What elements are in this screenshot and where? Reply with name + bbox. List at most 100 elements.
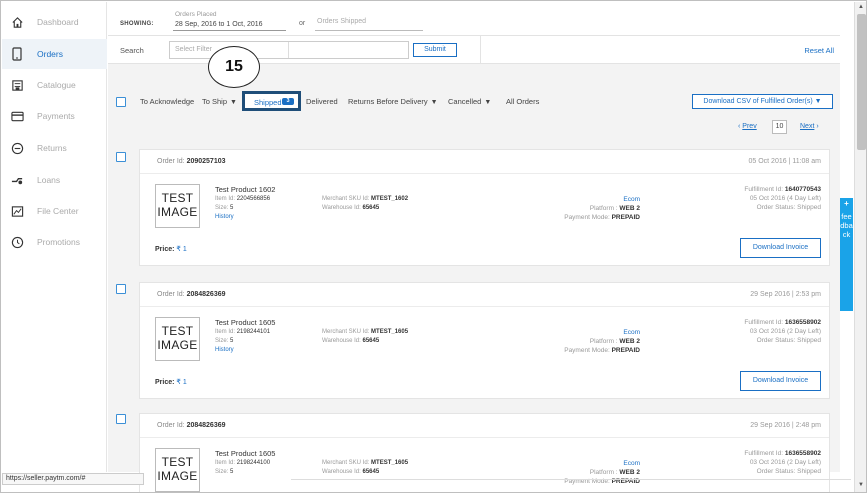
sidebar-item-file-center[interactable]: File Center: [2, 196, 107, 226]
phone-icon: [10, 47, 24, 61]
size-label: Size:: [215, 205, 229, 211]
home-icon: [10, 15, 24, 29]
tab-delivered[interactable]: Delivered: [306, 97, 338, 106]
merchant-sku-label: Merchant SKU Id:: [322, 329, 370, 335]
item-id-value: 2198244101: [236, 329, 271, 335]
download-invoice-button[interactable]: Download Invoice: [740, 371, 821, 391]
history-link[interactable]: History: [215, 214, 234, 220]
merchant-sku-value: MTEST_1605: [371, 329, 409, 335]
order-id-value: 2090257103: [186, 158, 226, 165]
sidebar-item-dashboard[interactable]: Dashboard: [2, 7, 107, 37]
order-status-value: Shipped: [797, 337, 821, 344]
order-checkbox[interactable]: [116, 414, 126, 424]
order-id-value: 2084826369: [186, 422, 226, 429]
item-id-value: 2204566856: [236, 196, 271, 202]
order-header: Order Id: 2084826369 29 Sep 2016 | 2:53 …: [140, 283, 829, 307]
payment-mode-label: Payment Mode:: [564, 347, 610, 354]
sidebar-item-label: File Center: [37, 206, 79, 216]
warehouse-id-value: 65645: [362, 205, 380, 211]
order-status: Order Status: Shipped: [691, 336, 821, 345]
image-text: IMAGE: [157, 469, 198, 483]
merchant-sku: Merchant SKU Id: MTEST_1605: [322, 329, 408, 335]
sidebar-item-promotions[interactable]: Promotions: [2, 227, 107, 257]
sidebar-item-label: Promotions: [37, 237, 80, 247]
download-invoice-button[interactable]: Download Invoice: [740, 238, 821, 258]
product-name: Test Product 1605: [215, 318, 276, 327]
payment-mode: Payment Mode: PREPAID: [520, 214, 640, 221]
sidebar-item-label: Returns: [37, 143, 67, 153]
sidebar-item-label: Dashboard: [37, 17, 79, 27]
tab-returns-before-delivery[interactable]: Returns Before Delivery ▼: [348, 97, 438, 106]
feedback-tab[interactable]: + feedback: [840, 198, 853, 311]
courier-link[interactable]: Ecom: [520, 329, 640, 336]
scroll-up-icon[interactable]: ▲: [858, 4, 864, 10]
tab-label: Cancelled: [448, 97, 482, 106]
tab-label: Returns Before Delivery: [348, 97, 428, 106]
tab-cancelled[interactable]: Cancelled ▼: [448, 97, 491, 106]
next-label: Next: [800, 123, 815, 130]
platform: Platform : WEB 2: [520, 205, 640, 212]
order-status-value: Shipped: [797, 468, 821, 475]
order-id: Order Id: 2084826369: [157, 291, 226, 298]
payment-mode: Payment Mode: PREPAID: [520, 347, 640, 354]
fulfillment-id: Fulfillment Id: 1640770543: [691, 185, 821, 194]
orders-shipped-dropdown[interactable]: Orders Shipped: [315, 11, 423, 31]
orders-placed-value: 28 Sep, 2016 to 1 Oct, 2016: [175, 21, 263, 28]
filter-bar: SHOWING: Orders Placed 28 Sep, 2016 to 1…: [108, 2, 840, 36]
select-all-checkbox[interactable]: [116, 97, 126, 107]
merchant-sku-value: MTEST_1605: [371, 460, 409, 466]
scroll-down-icon[interactable]: ▼: [858, 482, 864, 488]
price-label: Price:: [155, 379, 175, 386]
catalogue-icon: [10, 78, 24, 92]
tab-shipped[interactable]: Shipped 3: [242, 91, 301, 111]
warehouse-id-value: 65645: [362, 469, 380, 475]
submit-button[interactable]: Submit: [413, 43, 457, 57]
courier-link[interactable]: Ecom: [520, 460, 640, 467]
order-date: 05 Oct 2016 | 11:08 am: [748, 158, 821, 165]
image-text: TEST: [161, 191, 194, 205]
sidebar-item-catalogue[interactable]: Catalogue: [2, 70, 107, 100]
product-name: Test Product 1602: [215, 185, 276, 194]
tab-label: To Ship: [202, 97, 228, 106]
price: Price: ₹ 1: [155, 378, 187, 386]
sidebar-item-returns[interactable]: Returns: [2, 133, 107, 163]
main-content: SHOWING: Orders Placed 28 Sep, 2016 to 1…: [108, 2, 840, 492]
reset-all-link[interactable]: Reset All: [804, 46, 834, 55]
returns-icon: [10, 141, 24, 155]
history-link[interactable]: History: [215, 347, 234, 353]
tab-all-orders[interactable]: All Orders: [506, 97, 539, 106]
courier-link[interactable]: Ecom: [520, 196, 640, 203]
order-checkbox[interactable]: [116, 152, 126, 162]
sidebar-item-payments[interactable]: Payments: [2, 101, 107, 131]
size-value: 5: [230, 205, 234, 211]
orders-placed-dropdown[interactable]: Orders Placed 28 Sep, 2016 to 1 Oct, 201…: [173, 11, 286, 31]
order-checkbox[interactable]: [116, 284, 126, 294]
image-text: IMAGE: [157, 205, 198, 219]
item-id-label: Item Id:: [215, 196, 236, 202]
sidebar-item-label: Loans: [37, 175, 61, 185]
sidebar-item-orders[interactable]: Orders: [2, 39, 107, 69]
fulfillment-id-value: 1636558902: [784, 450, 821, 457]
tab-to-acknowledge[interactable]: To Acknowledge: [140, 97, 194, 106]
sidebar-item-loans[interactable]: Loans: [2, 165, 107, 195]
item-id: Item Id: 2198244101: [215, 329, 270, 335]
page-number-input[interactable]: 10: [772, 120, 787, 134]
warehouse-id-label: Warehouse Id:: [322, 469, 361, 475]
tab-to-ship[interactable]: To Ship ▼: [202, 97, 237, 106]
warehouse-id-value: 65645: [362, 338, 380, 344]
order-status-value: Shipped: [797, 204, 821, 211]
vertical-scrollbar[interactable]: ▲ ▼: [854, 2, 866, 492]
next-link[interactable]: Next ›: [800, 123, 819, 130]
download-csv-button[interactable]: Download CSV of Fulfilled Order(s) ▼: [692, 94, 833, 109]
search-input[interactable]: Select Filter: [169, 41, 409, 59]
price-value: ₹ 1: [176, 246, 187, 253]
order-id: Order Id: 2090257103: [157, 158, 226, 165]
fulfillment-date: 03 Oct 2016 (2 Day Left): [749, 459, 821, 466]
prev-link[interactable]: ‹ Prev: [738, 123, 757, 130]
order-status: Order Status: Shipped: [691, 467, 821, 476]
order-card: Order Id: 2084826369 29 Sep 2016 | 2:48 …: [139, 413, 830, 492]
scroll-thumb[interactable]: [857, 14, 866, 150]
fulfillment-info: Fulfillment Id: 1640770543 05 Oct 2016 (…: [691, 185, 821, 212]
size: Size: 5: [215, 338, 233, 344]
order-status-label: Order Status:: [756, 468, 796, 475]
